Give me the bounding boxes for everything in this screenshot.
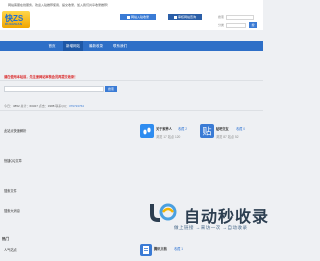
tie-icon: 贴 [200,124,214,138]
stat-label-total: 总计： [19,104,30,108]
review-query-label: 审核网站查询 [177,15,196,19]
section-title: 热门 [2,237,9,241]
watermark-logo-icon [150,203,177,222]
main-search-button[interactable]: 搜索 [105,86,117,92]
list-item[interactable]: 搜索大消息 [4,208,20,213]
submit-site-button[interactable]: 网站入驻收录 [120,14,156,20]
list-item-title: 快捷QQ文章 [4,159,22,163]
list-item[interactable]: 搜索文件 [4,188,17,193]
site-card-meta: 浏览 87 站点 52 [216,135,239,139]
watermark-tagline: 做上链接 →来访一次 →自动收录 [174,225,248,230]
site-card[interactable]: 腾讯文档 收藏 1 [140,244,200,261]
list-item-title: 人气站点 [4,248,17,252]
header-search: 搜索 [218,14,254,20]
logo-sub-text: KUAIZHAN [5,22,23,26]
header-search-input[interactable] [226,14,254,20]
page: 网站客服在线服务，欢迎入驻推荐使用、提交收录，加入我们共享收录推荐！ 快ZS K… [0,0,268,261]
header-search-button[interactable]: 搜 [249,22,257,28]
nav-item-contact[interactable]: 联系我们 [110,41,130,51]
stats-line: 今日：3852 总计：60327 点击：3388 联系QQ：379723764 [4,104,84,108]
site-card-name: 腾讯文档 [154,247,167,251]
list-item[interactable]: 人气站点 [4,247,17,252]
header-category-label: 分类 [218,23,225,27]
list-item[interactable]: 快捷QQ文章 [4,158,22,163]
header: 快ZS KUAIZHAN 网站入驻收录 审核网站查询 搜索 分类 搜 [0,10,263,30]
site-card-name: 关于家养人 [156,127,172,131]
divider [0,110,263,111]
doc-icon [173,15,177,19]
register-alert: 请在使用本站前，先注册网站审核会员再提交收录！ [4,75,78,79]
footprint-icon [140,124,154,138]
site-card[interactable]: 关于家养人 收藏 2 浏览 17 站点 120 [140,124,200,144]
stat-label-qq: 联系QQ： [54,104,69,108]
user-icon [126,15,130,19]
notice-bar: 网站客服在线服务，欢迎入驻推荐使用、提交收录，加入我们共享收录推荐！ [0,0,263,10]
site-logo[interactable]: 快ZS KUAIZHAN [2,11,30,28]
list-item[interactable]: 此站点快速解析 [4,128,26,133]
nav-item-home[interactable]: 首页 [42,41,62,51]
nav-item-latest[interactable]: 最新收录 [86,41,106,51]
header-category: 分类 搜 [218,22,257,28]
submit-site-label: 网站入驻收录 [130,15,149,19]
main-nav: 首页 新增网站 最新收录 联系我们 [0,41,263,51]
review-query-button[interactable]: 审核网站查询 [168,14,202,20]
stat-label-clicks: 点击： [37,104,48,108]
nav-item-new-sites[interactable]: 新增网站 [63,41,83,51]
main-search-input[interactable] [4,86,104,92]
site-card-badge: 收藏 2 [178,127,188,131]
watermark-brand: 自动秒收录 [184,209,270,226]
stat-today: 3852 [13,104,20,108]
site-card-badge: 收藏 0 [236,127,246,131]
watermark: 自动秒收录 做上链接 →来访一次 →自动收录 [148,200,268,234]
stat-qq[interactable]: 379723764 [69,104,84,108]
site-card[interactable]: 贴 贴吧交友 收藏 0 浏览 87 站点 52 [200,124,260,144]
tencent-doc-icon [140,244,152,256]
svg-text:贴: 贴 [202,126,211,138]
list-item-title: 搜索大消息 [4,209,20,213]
list-item-title: 搜索文件 [4,189,17,193]
stat-label-today: 今日： [4,104,14,108]
list-item-title: 此站点快速解析 [4,129,27,133]
divider [0,80,263,81]
site-card-badge: 收藏 1 [174,247,184,251]
stat-total: 60327 [29,104,38,108]
site-card-name: 贴吧交友 [216,127,229,131]
header-category-input[interactable] [226,22,246,28]
site-card-meta: 浏览 17 站点 120 [156,135,181,139]
header-search-label: 搜索 [218,15,225,19]
